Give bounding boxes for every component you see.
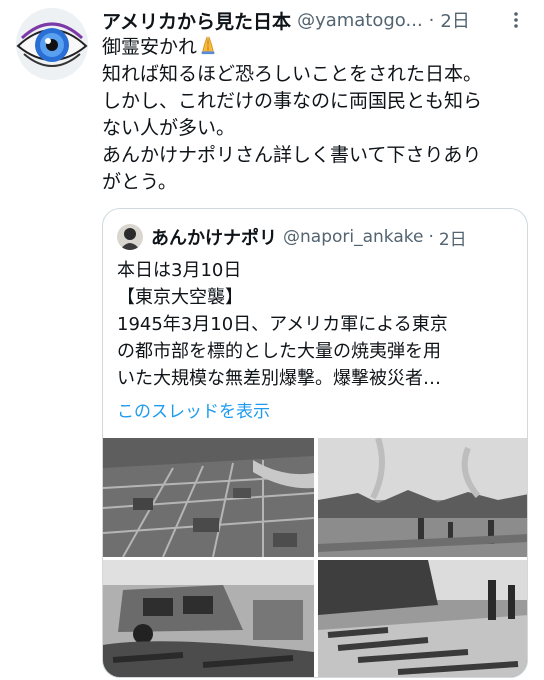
photo-grid [103, 438, 527, 677]
quoted-tweet-line: 1945年3月10日、アメリカ軍による東京 [117, 314, 448, 335]
quoted-tweet-timestamp[interactable]: 2日 [439, 225, 467, 250]
folded-hands-emoji-icon [201, 36, 215, 55]
quoted-tweet-header: あんかけナポリ @napori_ankake · 2日 [117, 223, 517, 251]
tweet-line: しかし、これだけの事なのに両国民とも知ら [102, 90, 483, 112]
photo-aerial-city[interactable] [103, 438, 314, 557]
tweet-line: あんかけナポリさん詳しく書いて下さりあり [102, 144, 482, 166]
quoted-author-handle[interactable]: @napori_ankake [283, 227, 423, 247]
author-handle[interactable]: @yamatogo... [297, 10, 423, 31]
tweet-line-text: 御霊安かれ [102, 36, 198, 58]
photo-ruined-street[interactable] [318, 438, 527, 557]
quoted-author-display-name[interactable]: あんかけナポリ [151, 224, 277, 250]
tweet-line: ない人が多い。 [102, 117, 236, 139]
quoted-tweet-card[interactable]: あんかけナポリ @napori_ankake · 2日 本日は3月10日 【東京… [102, 208, 528, 678]
photo-burned-vehicle[interactable] [103, 560, 314, 677]
tweet-line: 知れば知るほど恐ろしいことをされた日本。 [102, 63, 483, 85]
more-vertical-icon[interactable] [504, 8, 528, 32]
show-thread-link[interactable]: このスレッドを表示 [117, 397, 270, 422]
quoted-tweet-line: いた大規模な無差別爆撃。爆撃被災者… [117, 368, 441, 389]
quoted-tweet-line: の都市部を標的とした大量の焼夷弾を用 [117, 341, 441, 362]
tweet-line: 御霊安かれ [102, 34, 532, 61]
tweet-timestamp[interactable]: 2日 [440, 7, 469, 33]
separator-dot: · [428, 9, 435, 31]
author-display-name[interactable]: アメリカから見た日本 [102, 7, 291, 34]
tweet-header: アメリカから見た日本 @yamatogo... · 2日 [102, 6, 528, 34]
eye-avatar-image [16, 8, 88, 80]
tweet-text: 御霊安かれ 知れば知るほど恐ろしいことをされた日本。 しかし、これだけの事なのに… [102, 34, 532, 196]
separator-dot: · [428, 227, 434, 247]
photo-street-victims[interactable] [318, 560, 527, 677]
quoted-tweet-line: 【東京大空襲】 [117, 287, 243, 308]
author-avatar[interactable] [16, 8, 88, 80]
tweet-line: がとう。 [102, 171, 177, 193]
quoted-tweet-line: 本日は3月10日 [117, 260, 242, 281]
quoted-author-avatar[interactable] [117, 224, 143, 250]
quoted-tweet-text: 本日は3月10日 【東京大空襲】 1945年3月10日、アメリカ軍による東京 の… [117, 257, 517, 392]
